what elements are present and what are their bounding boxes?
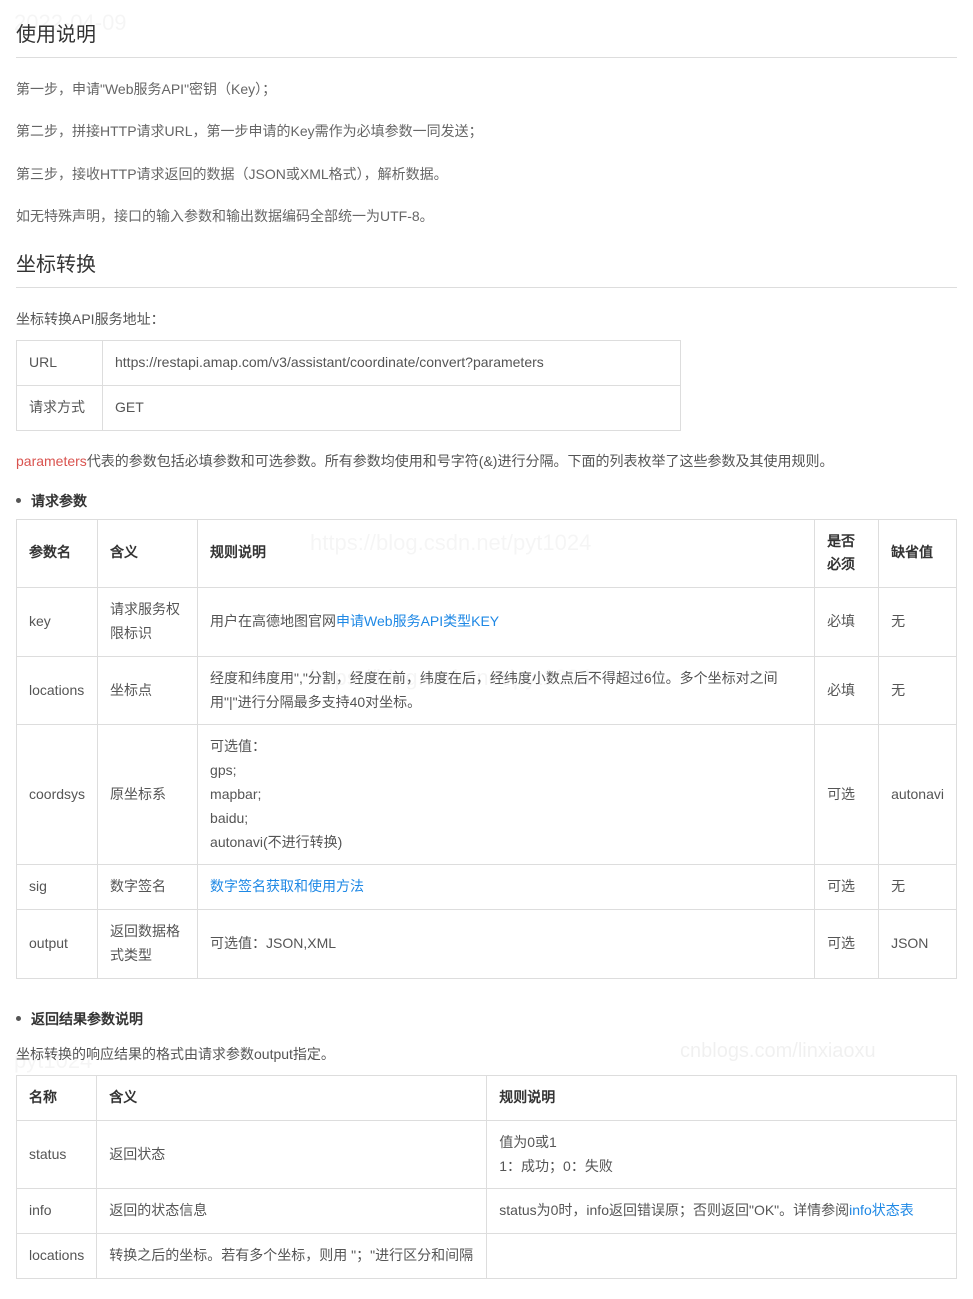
request-params-label: 请求参数	[31, 491, 87, 511]
section-coord-title: 坐标转换	[16, 248, 957, 288]
cell-param-name: key	[17, 588, 98, 657]
cell-meaning: 坐标点	[98, 656, 198, 725]
cell-rule-text: status为0时，info返回错误原；否则返回"OK"。详情参阅	[499, 1202, 849, 1218]
request-params-table: 参数名 含义 规则说明 是否必须 缺省值 key 请求服务权限标识 用户在高德地…	[16, 519, 957, 979]
cell-rule: 经度和纬度用","分割，经度在前，纬度在后，经纬度小数点后不得超过6位。多个坐标…	[198, 656, 815, 725]
info-status-link[interactable]: info状态表	[849, 1202, 914, 1218]
request-params-heading: 请求参数	[16, 491, 957, 511]
col-rule: 规则说明	[487, 1076, 957, 1121]
response-params-label: 返回结果参数说明	[31, 1009, 143, 1029]
cell-default: JSON	[879, 910, 957, 979]
cell-name: status	[17, 1120, 97, 1189]
bullet-icon	[16, 498, 21, 503]
cell-meaning: 返回数据格式类型	[98, 910, 198, 979]
table-row: sig 数字签名 数字签名获取和使用方法 可选 无	[17, 865, 957, 910]
usage-step-3: 第三步，接收HTTP请求返回的数据（JSON或XML格式），解析数据。	[16, 163, 957, 185]
cell-name: info	[17, 1189, 97, 1234]
bullet-icon	[16, 1016, 21, 1021]
cell-param-name: locations	[17, 656, 98, 725]
apply-key-link[interactable]: 申请Web服务API类型KEY	[336, 613, 499, 629]
usage-step-2: 第二步，拼接HTTP请求URL，第一步申请的Key需作为必填参数一同发送；	[16, 120, 957, 142]
cell-rule: 可选值：JSON,XML	[198, 910, 815, 979]
col-name: 参数名	[17, 519, 98, 588]
table-row: output 返回数据格式类型 可选值：JSON,XML 可选 JSON	[17, 910, 957, 979]
cell-meaning: 转换之后的坐标。若有多个坐标，则用 "；"进行区分和间隔	[97, 1234, 487, 1279]
rule-line: 1：成功；0：失败	[499, 1155, 944, 1179]
cell-required: 可选	[815, 725, 879, 865]
col-meaning: 含义	[98, 519, 198, 588]
cell-param-name: coordsys	[17, 725, 98, 865]
cell-name: locations	[17, 1234, 97, 1279]
rule-line: autonavi(不进行转换)	[210, 831, 802, 855]
col-required: 是否必须	[815, 519, 879, 588]
usage-note: 如无特殊声明，接口的输入参数和输出数据编码全部统一为UTF-8。	[16, 205, 957, 227]
table-row: status 返回状态 值为0或1 1：成功；0：失败	[17, 1120, 957, 1189]
cell-param-name: sig	[17, 865, 98, 910]
response-intro: 坐标转换的响应结果的格式由请求参数output指定。	[16, 1043, 957, 1065]
method-value: GET	[103, 385, 681, 430]
cell-meaning: 原坐标系	[98, 725, 198, 865]
cell-required: 必填	[815, 656, 879, 725]
table-row: info 返回的状态信息 status为0时，info返回错误原；否则返回"OK…	[17, 1189, 957, 1234]
cell-rule: 数字签名获取和使用方法	[198, 865, 815, 910]
table-row: coordsys 原坐标系 可选值： gps; mapbar; baidu; a…	[17, 725, 957, 865]
cell-meaning: 请求服务权限标识	[98, 588, 198, 657]
usage-step-1: 第一步，申请"Web服务API"密钥（Key）；	[16, 78, 957, 100]
parameters-keyword: parameters	[16, 453, 87, 469]
table-header-row: 名称 含义 规则说明	[17, 1076, 957, 1121]
cell-required: 可选	[815, 865, 879, 910]
cell-default: 无	[879, 865, 957, 910]
rule-line: 可选值：	[210, 735, 802, 759]
table-row: 请求方式 GET	[17, 385, 681, 430]
response-params-table: 名称 含义 规则说明 status 返回状态 值为0或1 1：成功；0：失败 i…	[16, 1075, 957, 1279]
table-row: key 请求服务权限标识 用户在高德地图官网申请Web服务API类型KEY 必填…	[17, 588, 957, 657]
cell-param-name: output	[17, 910, 98, 979]
cell-meaning: 返回的状态信息	[97, 1189, 487, 1234]
col-name: 名称	[17, 1076, 97, 1121]
cell-default: autonavi	[879, 725, 957, 865]
rule-line: 值为0或1	[499, 1131, 944, 1155]
parameters-note-text: 代表的参数包括必填参数和可选参数。所有参数均使用和号字符(&)进行分隔。下面的列…	[87, 453, 834, 469]
method-label: 请求方式	[17, 385, 103, 430]
rule-line: baidu;	[210, 807, 802, 831]
cell-default: 无	[879, 656, 957, 725]
cell-default: 无	[879, 588, 957, 657]
section-usage-title: 使用说明	[16, 18, 957, 58]
cell-required: 必填	[815, 588, 879, 657]
table-header-row: 参数名 含义 规则说明 是否必须 缺省值	[17, 519, 957, 588]
cell-rule-text: 用户在高德地图官网	[210, 613, 336, 629]
response-params-heading: 返回结果参数说明	[16, 1009, 957, 1029]
cell-rule	[487, 1234, 957, 1279]
col-rule: 规则说明	[198, 519, 815, 588]
col-default: 缺省值	[879, 519, 957, 588]
table-row: locations 转换之后的坐标。若有多个坐标，则用 "；"进行区分和间隔	[17, 1234, 957, 1279]
table-row: URL https://restapi.amap.com/v3/assistan…	[17, 340, 681, 385]
col-meaning: 含义	[97, 1076, 487, 1121]
rule-line: gps;	[210, 759, 802, 783]
rule-line: mapbar;	[210, 783, 802, 807]
cell-meaning: 返回状态	[97, 1120, 487, 1189]
sig-doc-link[interactable]: 数字签名获取和使用方法	[210, 878, 364, 894]
cell-rule: 用户在高德地图官网申请Web服务API类型KEY	[198, 588, 815, 657]
api-address-label: 坐标转换API服务地址：	[16, 308, 957, 330]
cell-rule: status为0时，info返回错误原；否则返回"OK"。详情参阅info状态表	[487, 1189, 957, 1234]
cell-required: 可选	[815, 910, 879, 979]
table-row: locations 坐标点 经度和纬度用","分割，经度在前，纬度在后，经纬度小…	[17, 656, 957, 725]
parameters-note: parameters代表的参数包括必填参数和可选参数。所有参数均使用和号字符(&…	[16, 451, 957, 471]
url-label: URL	[17, 340, 103, 385]
cell-rule: 值为0或1 1：成功；0：失败	[487, 1120, 957, 1189]
url-table: URL https://restapi.amap.com/v3/assistan…	[16, 340, 681, 431]
cell-rule: 可选值： gps; mapbar; baidu; autonavi(不进行转换)	[198, 725, 815, 865]
url-value: https://restapi.amap.com/v3/assistant/co…	[103, 340, 681, 385]
cell-meaning: 数字签名	[98, 865, 198, 910]
